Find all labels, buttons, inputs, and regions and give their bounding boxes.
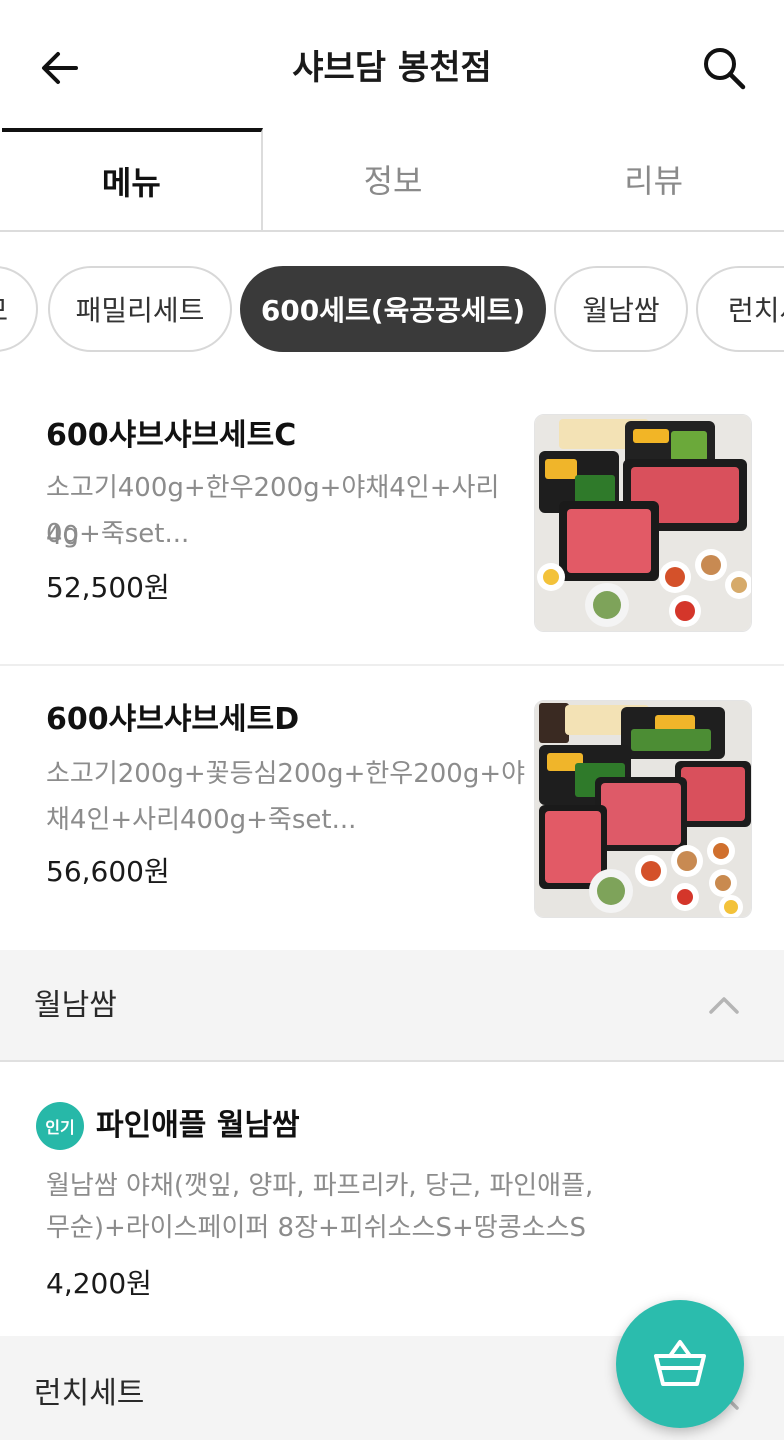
menu-item[interactable]: 600샤브샤브세트C 소고기400g+한우200g+야채4인+사리40 0g+죽…	[0, 380, 784, 664]
menu-item-price: 52,500원	[46, 571, 170, 604]
cart-button[interactable]	[616, 1300, 744, 1428]
menu-item-price: 56,600원	[46, 855, 170, 888]
category-chip[interactable]: 모	[0, 266, 38, 352]
popular-badge: 인기	[36, 1102, 84, 1150]
tab-review[interactable]: 리뷰	[523, 128, 784, 230]
search-button[interactable]	[698, 42, 750, 94]
menu-item-desc-line2: 0g+죽set...	[46, 519, 190, 549]
menu-item-desc-line1: 월남쌈 야채(깻잎, 양파, 파프리카, 당근, 파인애플,	[46, 1171, 594, 1201]
basket-icon	[654, 1340, 706, 1386]
tab-menu[interactable]: 메뉴	[2, 128, 263, 230]
section-header-wolnamssam[interactable]: 월남쌈	[0, 950, 784, 1062]
category-chip[interactable]: 패밀리세트	[48, 266, 232, 352]
section-title: 월남쌈	[34, 988, 117, 1023]
menu-item-name: 600샤브샤브세트D	[46, 702, 300, 737]
menu-item[interactable]: 인기 파인애플 월남쌈 월남쌈 야채(깻잎, 양파, 파프리카, 당근, 파인애…	[0, 1064, 784, 1336]
menu-item-name: 600샤브샤브세트C	[46, 418, 297, 453]
section-title: 런치세트	[34, 1376, 145, 1411]
search-icon	[704, 48, 746, 90]
chevron-up-icon	[709, 997, 739, 1014]
menu-item-photo	[534, 414, 752, 632]
menu-item[interactable]: 600샤브샤브세트D 소고기200g+꽃등심200g+한우200g+야 채4인+…	[0, 666, 784, 950]
menu-item-desc-line1: 소고기200g+꽃등심200g+한우200g+야	[46, 759, 526, 789]
menu-item-desc-line2: 무순)+라이스페이퍼 8장+피쉬소스S+땅콩소스S	[46, 1213, 586, 1243]
category-chip[interactable]: 런치세	[696, 266, 784, 352]
menu-item-price: 4,200원	[46, 1267, 152, 1300]
tab-info[interactable]: 정보	[263, 128, 524, 230]
menu-item-photo	[534, 700, 752, 918]
category-chip-active[interactable]: 600세트(육공공세트)	[240, 266, 546, 352]
tab-bar: 메뉴 정보 리뷰	[0, 128, 784, 232]
category-chip[interactable]: 월남쌈	[554, 266, 688, 352]
menu-item-desc-line2: 채4인+사리400g+죽set...	[46, 805, 357, 835]
category-chip-bar: 모 패밀리세트 600세트(육공공세트) 월남쌈 런치세	[0, 264, 784, 354]
menu-item-name: 파인애플 월남쌈	[96, 1108, 300, 1143]
page-title: 샤브담 봉천점	[292, 48, 492, 88]
app-header: 샤브담 봉천점	[0, 0, 784, 130]
